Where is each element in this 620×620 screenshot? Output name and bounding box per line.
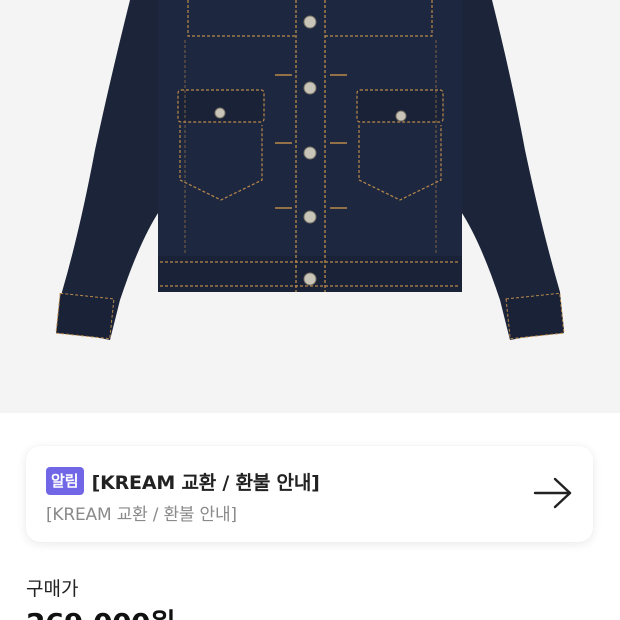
- denim-jacket-icon: [55, 0, 565, 340]
- price-label: 구매가: [26, 578, 79, 600]
- refund-notice-card[interactable]: 알림 [KREAM 교환 / 환불 안내] [KREAM 교환 / 환불 안내]: [26, 446, 593, 542]
- arrow-right-icon[interactable]: [533, 476, 573, 510]
- notice-badge: 알림: [46, 467, 84, 495]
- notice-title: [KREAM 교환 / 환불 안내]: [91, 471, 320, 494]
- notice-subtitle: [KREAM 교환 / 환불 안내]: [46, 505, 237, 525]
- notice-title-row: 알림 [KREAM 교환 / 환불 안내]: [46, 466, 320, 496]
- product-image[interactable]: [0, 0, 620, 413]
- price-value: 269,000원: [26, 602, 176, 620]
